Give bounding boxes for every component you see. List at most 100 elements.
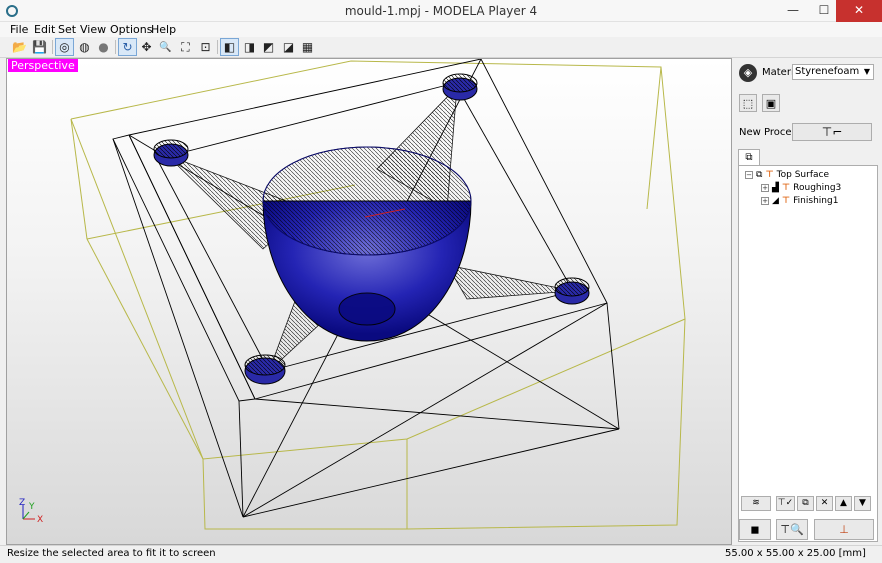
- delete-button[interactable]: ✕: [816, 496, 833, 511]
- collapse-icon[interactable]: −: [745, 171, 753, 179]
- menu-file[interactable]: File: [10, 23, 28, 36]
- cut-preview-icon: ≋: [752, 498, 760, 508]
- tool-settings-button[interactable]: ⊤✓: [776, 496, 795, 511]
- tree-item-label: Roughing3: [793, 183, 842, 193]
- zoom-icon: 🔍: [159, 41, 172, 53]
- surface-button[interactable]: ◍: [75, 38, 94, 56]
- tree-item-label: Top Surface: [776, 170, 830, 180]
- menu-view[interactable]: View: [80, 23, 106, 36]
- move-down-button[interactable]: ▼: [854, 496, 871, 511]
- save-icon: 💾: [32, 40, 47, 54]
- expand-icon[interactable]: +: [761, 184, 769, 192]
- zoom-button[interactable]: 🔍: [156, 38, 175, 56]
- menu-bar: File Edit Set View Options Help: [0, 22, 882, 37]
- open-icon: 📂: [12, 40, 27, 54]
- surface-icon: ◍: [79, 40, 90, 54]
- rotate-icon: ↻: [122, 40, 133, 54]
- cut-icon: ⊥: [839, 523, 849, 536]
- view-mode-label: Perspective: [8, 59, 78, 72]
- view-front-icon: ◨: [243, 40, 256, 54]
- tree-item-roughing3[interactable]: + ▟ ⊤ Roughing3: [761, 183, 841, 193]
- solid-icon: ●: [98, 40, 109, 54]
- wireframe-icon: ◎: [59, 40, 70, 54]
- view-grid-button[interactable]: ▦: [298, 38, 317, 56]
- copy-icon: ⧉: [802, 498, 809, 508]
- view-grid-icon: ▦: [301, 40, 314, 54]
- process-tree-icon: ⧉: [745, 152, 753, 163]
- finishing-icon: ◢: [772, 196, 779, 206]
- chevron-down-icon: ▼: [863, 67, 870, 76]
- tool-zoom-icon: ⊤🔍: [780, 523, 804, 536]
- cut-button[interactable]: ⊥: [814, 519, 874, 540]
- wireframe-button[interactable]: ◎: [55, 38, 74, 56]
- stop-button[interactable]: ◼: [739, 519, 771, 540]
- view-side-button[interactable]: ◩: [259, 38, 278, 56]
- menu-options[interactable]: Options: [110, 23, 152, 36]
- menu-edit[interactable]: Edit: [34, 23, 55, 36]
- close-button[interactable]: ✕: [836, 0, 882, 22]
- process-panel: ◈ Material Styrenefoam ▼ ⬚ ▣ New Process…: [735, 58, 882, 545]
- rotate-button[interactable]: ↻: [118, 38, 137, 56]
- tool-settings-icon: ⊤✓: [777, 498, 794, 508]
- axis-y-label: Y: [28, 502, 35, 512]
- fit-icon: ⛶: [181, 39, 190, 54]
- roughing-icon: ▟: [772, 183, 779, 193]
- view-perspective-button[interactable]: ◧: [220, 38, 239, 56]
- material-value: Styrenefoam: [795, 66, 860, 77]
- zoom-area-icon: ⊡: [200, 40, 211, 54]
- tool-icon: ⊤: [781, 196, 791, 206]
- axis-z-label: Z: [19, 498, 25, 508]
- model-settings-button[interactable]: ▣: [762, 94, 780, 112]
- axis-triad: Z Y X: [19, 498, 43, 525]
- perspective-viewport[interactable]: Z Y X Perspective: [6, 58, 732, 545]
- status-message: Resize the selected area to fit it to sc…: [7, 548, 216, 559]
- process-tree: − ⧉ ⊤ Top Surface + ▟ ⊤ Roughing3 + ◢ ⊤ …: [738, 165, 878, 542]
- model-icon: ▣: [765, 96, 777, 110]
- view-iso-icon: ◪: [282, 40, 295, 54]
- stop-icon: ◼: [750, 523, 760, 536]
- window-title: mould-1.mpj - MODELA Player 4: [344, 4, 538, 18]
- copy-button[interactable]: ⧉: [797, 496, 814, 511]
- tree-item-top-surface[interactable]: − ⧉ ⊤ Top Surface: [745, 170, 829, 180]
- save-button[interactable]: 💾: [30, 38, 49, 56]
- delete-icon: ✕: [820, 498, 829, 508]
- menu-set[interactable]: Set: [58, 23, 76, 36]
- view-side-icon: ◩: [262, 40, 275, 54]
- zoom-area-button[interactable]: ⊡: [196, 38, 215, 56]
- model-node-icon: ⧉: [756, 170, 763, 180]
- maximize-button[interactable]: ☐: [810, 0, 838, 22]
- move-up-button[interactable]: ▲: [835, 496, 852, 511]
- view-front-button[interactable]: ◨: [240, 38, 259, 56]
- title-bar: mould-1.mpj - MODELA Player 4 — ☐ ✕: [0, 0, 882, 22]
- tree-item-label: Finishing1: [793, 196, 839, 206]
- toolbar: 📂 💾 ◎ ◍ ● ↻ ✥ 🔍 ⛶ ⊡ ◧ ◨ ◩ ◪ ▦: [0, 37, 882, 58]
- tab-process-tree[interactable]: ⧉: [738, 149, 760, 166]
- tool-icon: ⊤: [781, 183, 791, 193]
- view-perspective-icon: ◧: [223, 40, 236, 54]
- cube-icon: ⬚: [742, 96, 754, 110]
- pan-icon: ✥: [141, 40, 152, 54]
- model-wireframe: Z Y X: [19, 59, 686, 530]
- material-select[interactable]: Styrenefoam ▼: [792, 64, 874, 80]
- menu-help[interactable]: Help: [151, 23, 176, 36]
- expand-icon[interactable]: +: [761, 197, 769, 205]
- tree-item-finishing1[interactable]: + ◢ ⊤ Finishing1: [761, 196, 838, 206]
- new-process-button[interactable]: ⊤⌐: [792, 123, 872, 141]
- new-process-icon: ⊤⌐: [821, 125, 843, 139]
- preview-button[interactable]: ⊤🔍: [776, 519, 808, 540]
- open-button[interactable]: 📂: [10, 38, 29, 56]
- pan-button[interactable]: ✥: [137, 38, 156, 56]
- status-dimensions: 55.00 x 55.00 x 25.00 [mm]: [725, 548, 866, 559]
- view-iso-button[interactable]: ◪: [279, 38, 298, 56]
- axis-x-label: X: [37, 515, 43, 525]
- minimize-button[interactable]: —: [779, 0, 807, 22]
- material-icon: ◈: [739, 64, 757, 82]
- tool-icon: ⊤: [765, 170, 774, 180]
- fit-button[interactable]: ⛶: [176, 38, 195, 56]
- stock-size-button[interactable]: ⬚: [739, 94, 757, 112]
- status-bar: Resize the selected area to fit it to sc…: [0, 545, 882, 563]
- arrow-up-icon: ▲: [840, 498, 847, 508]
- solid-button[interactable]: ●: [94, 38, 113, 56]
- preview-cut-button[interactable]: ≋: [741, 496, 771, 511]
- arrow-down-icon: ▼: [859, 498, 866, 508]
